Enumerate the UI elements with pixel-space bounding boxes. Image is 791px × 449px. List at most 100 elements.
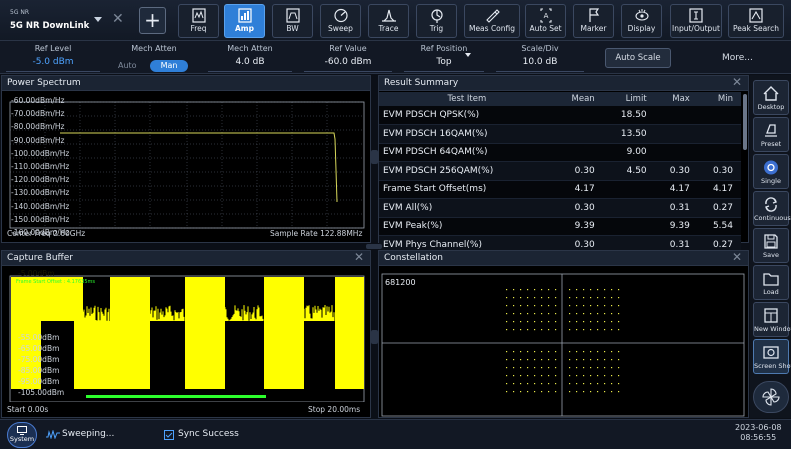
table-row[interactable]: EVM Peak(%) 9.39 9.39 5.54	[379, 217, 741, 236]
sync-status: Sync Success	[178, 429, 239, 439]
auto-set-button[interactable]: A Auto Set	[525, 4, 566, 38]
constellation-point	[618, 329, 620, 331]
constellation-point	[534, 351, 536, 353]
desktop-button[interactable]: Desktop	[753, 80, 789, 115]
constellation-point	[590, 391, 592, 393]
input-output-button[interactable]: Input/Output	[670, 4, 722, 38]
constellation-point	[590, 297, 592, 299]
continuous-button[interactable]: Continuous	[753, 191, 791, 226]
y-axis-label: -140.00dBm/Hz	[11, 201, 70, 211]
frame-marker-bar	[86, 395, 266, 398]
ref-level-field[interactable]: Ref Level -5.0 dBm	[0, 41, 106, 74]
column-header: Mean	[554, 92, 603, 106]
constellation-point	[576, 297, 578, 299]
constellation-point	[604, 297, 606, 299]
load-button[interactable]: Load	[753, 265, 789, 300]
constellation-point	[576, 321, 578, 323]
table-row[interactable]: Frame Start Offset(ms) 4.17 4.17 4.17	[379, 180, 741, 199]
mech-atten-toggle[interactable]: Auto Man	[106, 60, 196, 72]
trace-button[interactable]: Trace	[368, 4, 409, 38]
bw-button[interactable]: BW	[272, 4, 313, 38]
horizontal-splitter-handle[interactable]	[366, 244, 382, 249]
close-icon[interactable]: ✕	[354, 250, 364, 264]
display-button[interactable]: Display	[621, 4, 662, 38]
constellation-point	[611, 359, 613, 361]
marker-icon	[588, 8, 599, 22]
constellation-point	[541, 297, 543, 299]
marker-button[interactable]: Marker	[573, 4, 614, 38]
constellation-plot[interactable]	[379, 267, 748, 418]
constellation-point	[527, 367, 529, 369]
right-sidebar: Desktop Preset Single Continuous Save Lo…	[750, 75, 791, 418]
single-button[interactable]: Single	[753, 154, 789, 189]
ref-value-field[interactable]: Ref Value -60.0 dBm	[298, 41, 398, 74]
table-row[interactable]: EVM PDSCH 16QAM(%) 13.50	[379, 124, 741, 144]
close-icon[interactable]: ✕	[732, 250, 742, 264]
result-value: 0.30	[554, 161, 603, 181]
screen-shot-button[interactable]: Screen Shot	[753, 339, 791, 374]
table-row[interactable]: EVM All(%) 0.30 0.31 0.27	[379, 198, 741, 218]
constellation-point	[506, 383, 508, 385]
chevron-down-icon[interactable]	[465, 53, 471, 57]
vertical-splitter-handle[interactable]	[371, 330, 378, 344]
ref-level-value: -5.0 dBm	[32, 57, 74, 67]
ref-position-value: Top	[436, 57, 452, 67]
y-axis-label: -95.00dBm	[18, 377, 60, 386]
constellation-point	[569, 391, 571, 393]
constellation-point	[604, 305, 606, 307]
meas-config-button[interactable]: Meas Config	[464, 4, 520, 38]
mech-atten-field[interactable]: Mech Atten 4.0 dB	[202, 41, 298, 74]
auto-scale-button[interactable]: Auto Scale	[605, 48, 671, 68]
constellation-point	[513, 305, 515, 307]
peak-search-button[interactable]: Peak Search	[728, 4, 784, 38]
constellation-point	[583, 305, 585, 307]
constellation-point	[569, 351, 571, 353]
constellation-point	[506, 297, 508, 299]
table-row[interactable]: EVM PDSCH 256QAM(%) 0.30 4.50 0.30 0.30	[379, 161, 741, 181]
scrollbar[interactable]	[743, 94, 747, 150]
constellation-point	[541, 313, 543, 315]
freq-button[interactable]: Freq	[178, 4, 219, 38]
constellation-point	[534, 297, 536, 299]
sweep-button[interactable]: Sweep	[320, 4, 361, 38]
sweeping-icon	[46, 430, 60, 439]
more-button[interactable]: More...	[722, 53, 753, 63]
add-mode-button[interactable]: +	[139, 7, 166, 34]
toggle-man[interactable]: Man	[150, 60, 188, 72]
amp-icon	[237, 8, 252, 23]
preset-button[interactable]: Preset	[753, 117, 789, 152]
close-icon[interactable]: ✕	[112, 11, 124, 27]
fan-control-button[interactable]	[753, 381, 789, 413]
constellation-point	[506, 329, 508, 331]
constellation-point	[548, 329, 550, 331]
constellation-point	[618, 367, 620, 369]
y-axis-label: -75.00dBm	[18, 355, 60, 364]
amp-button[interactable]: Amp	[224, 4, 265, 38]
constellation-point	[541, 329, 543, 331]
save-button[interactable]: Save	[753, 228, 789, 263]
constellation-point	[555, 297, 557, 299]
column-header: Limit	[602, 92, 655, 106]
vertical-splitter-handle[interactable]	[371, 150, 378, 164]
trig-button[interactable]: Trig	[416, 4, 457, 38]
ref-position-field[interactable]: Ref Position Top	[398, 41, 490, 74]
result-value: 0.30	[654, 161, 698, 181]
new-window-button[interactable]: New Window	[753, 302, 791, 337]
constellation-point	[513, 383, 515, 385]
result-summary-table: Test Item Mean Limit Max Min EVM PDSCH QPSK(…	[379, 92, 741, 255]
table-row[interactable]: EVM PDSCH QPSK(%) 18.50	[379, 106, 741, 125]
system-button[interactable]: System	[7, 422, 37, 448]
constellation-point	[569, 329, 571, 331]
result-value	[554, 106, 603, 125]
constellation-point	[527, 391, 529, 393]
constellation-point	[520, 351, 522, 353]
scale-div-field[interactable]: Scale/Div 10.0 dB	[490, 41, 590, 74]
constellation-point	[618, 351, 620, 353]
mode-selector[interactable]: 5G NR 5G NR DownLink	[4, 4, 104, 37]
table-row[interactable]: EVM PDSCH 64QAM(%) 9.00	[379, 143, 741, 162]
constellation-point	[548, 375, 550, 377]
toggle-auto[interactable]: Auto	[118, 61, 137, 70]
center-freq-label: Center Freq 2.60GHz	[7, 229, 86, 238]
constellation-point	[569, 313, 571, 315]
close-icon[interactable]: ✕	[732, 75, 742, 89]
